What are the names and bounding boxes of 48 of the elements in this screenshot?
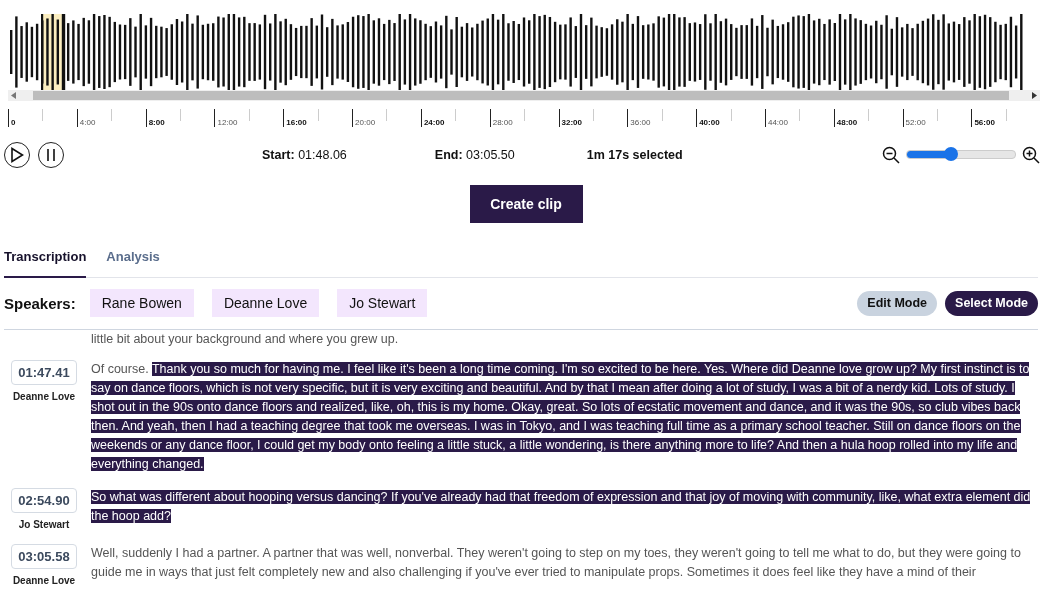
- play-button[interactable]: [4, 141, 30, 168]
- zoom-slider[interactable]: [906, 150, 1016, 160]
- horizontal-scrollbar[interactable]: [8, 90, 1040, 101]
- speaker-name: Jo Stewart: [18, 519, 70, 530]
- timeline-label: 32:00: [561, 119, 582, 127]
- timestamp[interactable]: 02:54.90: [11, 488, 77, 513]
- scroll-right-icon[interactable]: [1032, 92, 1037, 99]
- pause-button[interactable]: [38, 141, 64, 168]
- play-icon: [10, 146, 24, 163]
- transcript-text: So what was different about hooping versus dancing? If you've already had that freedom of expression and that joy of moving with community, like, what extra element did the hoop add?: [91, 489, 1032, 525]
- timeline-label: 48:00: [836, 119, 858, 127]
- transcript-text: Of course. Thank you so much for having me. I feel like it's been a long time coming. I'm so excited to be here. Yes. Where did Deanne love grow up? My first instinct is to say on dance floors, which is not very specific, but it is very exciting and beautiful. And by that I mean after doing a lot of study, I was a bit of a nerdy kid. Lots of study. I shot out in the 90s onto dance floors and realized, like, oh, this is my home. Okay, great. So lots of ecstatic movement and dance, and it was the 90s, so club vibes back then. And yeah, then I had a teaching degree that took me overseas. I was in Tokyo, and I was teaching full time as a primary school teacher. Still on dance floors on the weekends or any dance floor, I could get my body onto feeling a little stuck, a little wondering, is there anything more to life? And then a hula hoop rolled into my life and everything changed.: [91, 361, 1031, 473]
- timeline-label: 24:00: [423, 119, 445, 127]
- tab[interactable]: Analysis: [106, 242, 160, 278]
- pause-icon: [46, 147, 56, 162]
- transcript-text: Well, suddenly I had a partner. A partner that was well, nonverbal. They weren't going to step on my toes, they weren't going to tell me what to do, but they were going to guide me in ways that just felt completely new and also challenging if you've ever tried to manipulate props. Sometimes it does feel like they have a mind of their: [91, 545, 1022, 581]
- zoom-out-icon[interactable]: [882, 145, 900, 164]
- timeline-label: 12:00: [217, 119, 238, 127]
- speakers-label: Speakers:: [4, 294, 76, 312]
- timeline-label: 28:00: [492, 119, 513, 127]
- timeline-label: 0: [11, 119, 16, 127]
- speaker-tag[interactable]: Deanne Love: [211, 289, 320, 318]
- timeline-label: 52:00: [905, 119, 926, 127]
- create-clip-button[interactable]: Create clip: [469, 185, 583, 223]
- timeline-label: 56:00: [974, 119, 995, 127]
- timeline-label: 20:00: [355, 119, 376, 127]
- speaker-tag[interactable]: Rane Bowen: [89, 289, 194, 318]
- mode-button[interactable]: Select Mode: [945, 290, 1038, 316]
- timeline-label: 44:00: [767, 119, 788, 127]
- speaker-name: Deanne Love: [12, 575, 76, 586]
- timeline-label: 36:00: [630, 119, 651, 127]
- timeline-label: 8:00: [148, 119, 165, 127]
- tab[interactable]: Transcription: [4, 242, 87, 278]
- selection-duration: 1m 17s selected: [586, 147, 683, 162]
- scroll-left-icon[interactable]: [11, 92, 16, 99]
- end-time: End: 03:05.50: [434, 147, 515, 162]
- mode-button[interactable]: Edit Mode: [857, 290, 938, 316]
- zoom-slider-thumb[interactable]: [944, 147, 959, 162]
- transcript-text: little bit about your background and where you grew up.: [90, 332, 400, 346]
- timestamp[interactable]: 01:47.41: [11, 360, 77, 385]
- zoom-in-icon[interactable]: [1022, 145, 1040, 164]
- timeline-label: 40:00: [699, 119, 720, 127]
- timeline-label: 16:00: [286, 119, 307, 127]
- timestamp[interactable]: 03:05.58: [11, 544, 77, 569]
- timeline-label: 4:00: [79, 119, 96, 127]
- speaker-name: Deanne Love: [12, 391, 76, 402]
- start-time: Start: 01:48.06: [262, 147, 347, 162]
- speaker-tag[interactable]: Jo Stewart: [337, 289, 428, 318]
